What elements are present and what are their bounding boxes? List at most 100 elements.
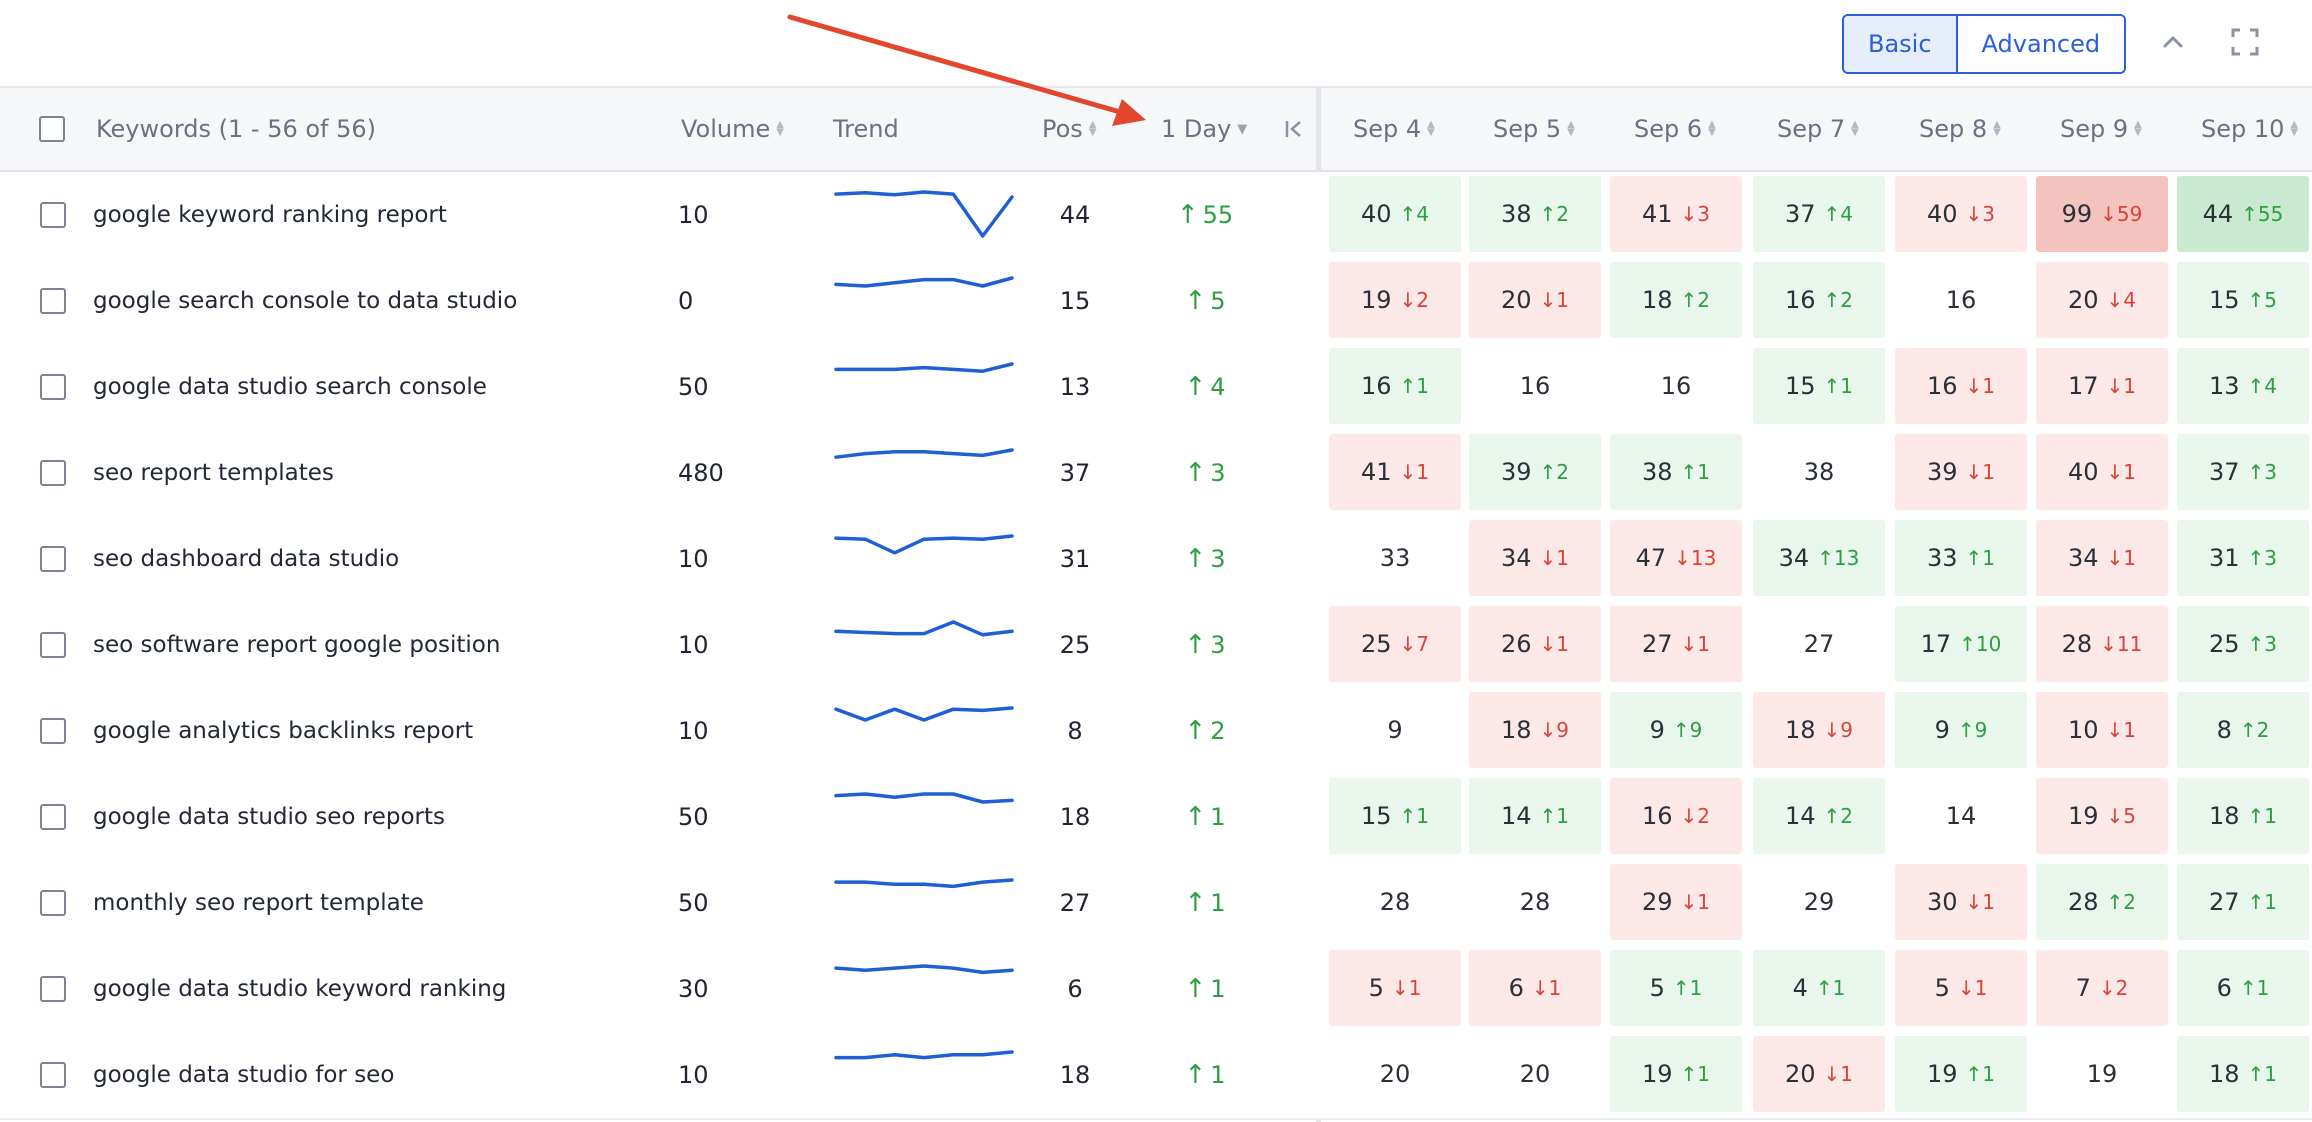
table-row[interactable]: seo dashboard data studio 10 31 ↑ 3 33 34 ↓1 47 ↓… (0, 516, 2312, 604)
rank-value: 18 (1500, 716, 1532, 744)
date-rank-cell: 28 ↑2 (2036, 864, 2168, 940)
select-all-checkbox[interactable] (39, 116, 65, 142)
basic-view-button[interactable]: Basic (1844, 16, 1958, 72)
table-row[interactable]: google data studio for seo 10 18 ↑ 1 20 20 19 ↑1… (0, 1032, 2312, 1120)
date-rank-cell: 17 ↓1 (2036, 348, 2168, 424)
rank-change-value: 2 (1556, 460, 1570, 484)
table-row[interactable]: google search console to data studio 0 15 ↑… (0, 258, 2312, 346)
trend-line (834, 706, 1014, 722)
rank-value: 33 (1926, 544, 1958, 572)
table-row[interactable]: google keyword ranking report 10 44 ↑ 55 40 ↑4… (0, 172, 2312, 260)
table-row[interactable]: monthly seo report template 50 27 ↑ 1 28 28 29 ↓… (0, 860, 2312, 948)
date-rank-cell: 33 ↑1 (1895, 520, 2027, 596)
rank-change-value: 2 (1697, 804, 1711, 828)
rank-up-change: ↑3 (2248, 460, 2278, 484)
rank-value: 20 (2067, 286, 2099, 314)
trend-line (834, 448, 1014, 459)
sort-icon: ▲ ▼ (1851, 119, 1859, 138)
advanced-view-button[interactable]: Advanced (1957, 16, 2125, 72)
row-checkbox[interactable] (40, 460, 66, 486)
rank-change-value: 2 (1840, 804, 1854, 828)
rank-change-value: 55 (2257, 202, 2284, 226)
table-row[interactable]: seo report templates 480 37 ↑ 3 41 ↓1 39 ↑2 38 ↑1 3… (0, 430, 2312, 518)
rank-down-change: ↓1 (1681, 632, 1711, 656)
chevron-up-icon[interactable] (2153, 22, 2193, 62)
trend-column-header: Trend (833, 115, 899, 143)
date-rank-cell: 37 ↑4 (1753, 176, 1885, 252)
rank-change-value: 1 (2123, 718, 2137, 742)
position-value: 25 (1059, 631, 1091, 659)
arrow-up-icon: ↑ (1823, 202, 1841, 226)
date-column-header[interactable]: Sep 9 ▲ ▼ (2060, 88, 2142, 170)
rank-value: 4 (1792, 974, 1808, 1002)
arrow-up-icon: ↑ (1965, 546, 1983, 570)
row-checkbox[interactable] (40, 202, 66, 228)
row-checkbox[interactable] (40, 1062, 66, 1088)
rank-value: 39 (1500, 458, 1532, 486)
arrow-up-icon: ↑ (2247, 374, 2265, 398)
arrow-up-icon: ↑ (2247, 1062, 2265, 1086)
arrow-up-icon: ↑ (1965, 1062, 1983, 1086)
volume-column-header[interactable]: Volume ▲ ▼ (681, 88, 784, 170)
arrow-up-icon: ↑ (1184, 716, 1207, 746)
rank-change-value: 59 (2116, 202, 2143, 226)
date-rank-cell: 9 ↑9 (1610, 692, 1742, 768)
rank-change-value: 1 (1697, 632, 1711, 656)
row-checkbox[interactable] (40, 374, 66, 400)
row-checkbox[interactable] (40, 718, 66, 744)
date-column-header[interactable]: Sep 7 ▲ ▼ (1777, 88, 1859, 170)
table-row[interactable]: google data studio keyword ranking 30 6 ↑ 1 5… (0, 946, 2312, 1034)
date-header-label: Sep 4 (1353, 115, 1422, 143)
trend-sparkline (834, 706, 1014, 722)
date-column-header[interactable]: Sep 4 ▲ ▼ (1353, 88, 1435, 170)
rank-change-value: 2 (1840, 288, 1854, 312)
rank-value: 9 (1649, 716, 1665, 744)
one-day-change-value: 2 (1210, 717, 1226, 745)
pos-column-header[interactable]: Pos ▲ ▼ (1042, 88, 1097, 170)
table-row[interactable]: google data studio search console 50 13 ↑ 4 1… (0, 344, 2312, 432)
date-rank-cell: 25 ↑3 (2177, 606, 2309, 682)
date-column-header[interactable]: Sep 6 ▲ ▼ (1634, 88, 1716, 170)
row-checkbox[interactable] (40, 890, 66, 916)
date-column-header[interactable]: Sep 8 ▲ ▼ (1919, 88, 2001, 170)
table-row[interactable]: seo software report google position 10 25 ↑… (0, 602, 2312, 690)
rank-change-value: 1 (1416, 460, 1430, 484)
rank-change-value: 1 (1556, 546, 1570, 570)
arrow-up-icon: ↑ (1184, 1060, 1207, 1090)
arrow-down-icon: ↓ (1957, 976, 1975, 1000)
date-rank-cell: 27 (1753, 606, 1885, 682)
one-day-column-header[interactable]: 1 Day ▼ (1161, 88, 1247, 170)
row-checkbox[interactable] (40, 804, 66, 830)
row-checkbox[interactable] (40, 976, 66, 1002)
rank-up-change: ↑1 (1824, 374, 1854, 398)
sort-desc-icon: ▼ (1237, 121, 1248, 137)
one-day-change: ↑ 1 (1160, 1032, 1250, 1118)
rank-value: 10 (2067, 716, 2099, 744)
date-column-header[interactable]: Sep 5 ▲ ▼ (1493, 88, 1575, 170)
rank-value: 9 (1387, 716, 1403, 744)
rank-change-value: 9 (1840, 718, 1854, 742)
rank-value: 15 (1784, 372, 1816, 400)
fullscreen-icon[interactable] (2225, 22, 2265, 62)
table-row[interactable]: google analytics backlinks report 10 8 ↑ 2 9 1… (0, 688, 2312, 776)
arrow-up-icon: ↑ (1680, 288, 1698, 312)
date-rank-cell: 40 ↓1 (2036, 434, 2168, 510)
one-day-change: ↑ 1 (1160, 860, 1250, 946)
first-page-icon[interactable] (1283, 88, 1305, 170)
date-column-header[interactable]: Sep 10 ▲ ▼ (2201, 88, 2298, 170)
rank-value: 27 (1641, 630, 1673, 658)
date-rank-cell: 5 ↓1 (1895, 950, 2027, 1026)
date-rank-cell: 18 ↓9 (1753, 692, 1885, 768)
date-rank-cell: 19 ↑1 (1895, 1036, 2027, 1112)
one-day-change-value: 1 (1210, 975, 1226, 1003)
table-row[interactable]: google data studio seo reports 50 18 ↑ 1 15 ↑1… (0, 774, 2312, 862)
keyword-text: google keyword ranking report (93, 202, 447, 228)
rank-up-change: ↑1 (2248, 890, 2278, 914)
row-checkbox[interactable] (40, 546, 66, 572)
date-rank-cell: 19 (2036, 1036, 2168, 1112)
arrow-up-icon: ↑ (1184, 458, 1207, 488)
row-checkbox[interactable] (40, 632, 66, 658)
row-checkbox[interactable] (40, 288, 66, 314)
date-rank-cell: 38 (1753, 434, 1885, 510)
rank-value: 27 (2208, 888, 2240, 916)
